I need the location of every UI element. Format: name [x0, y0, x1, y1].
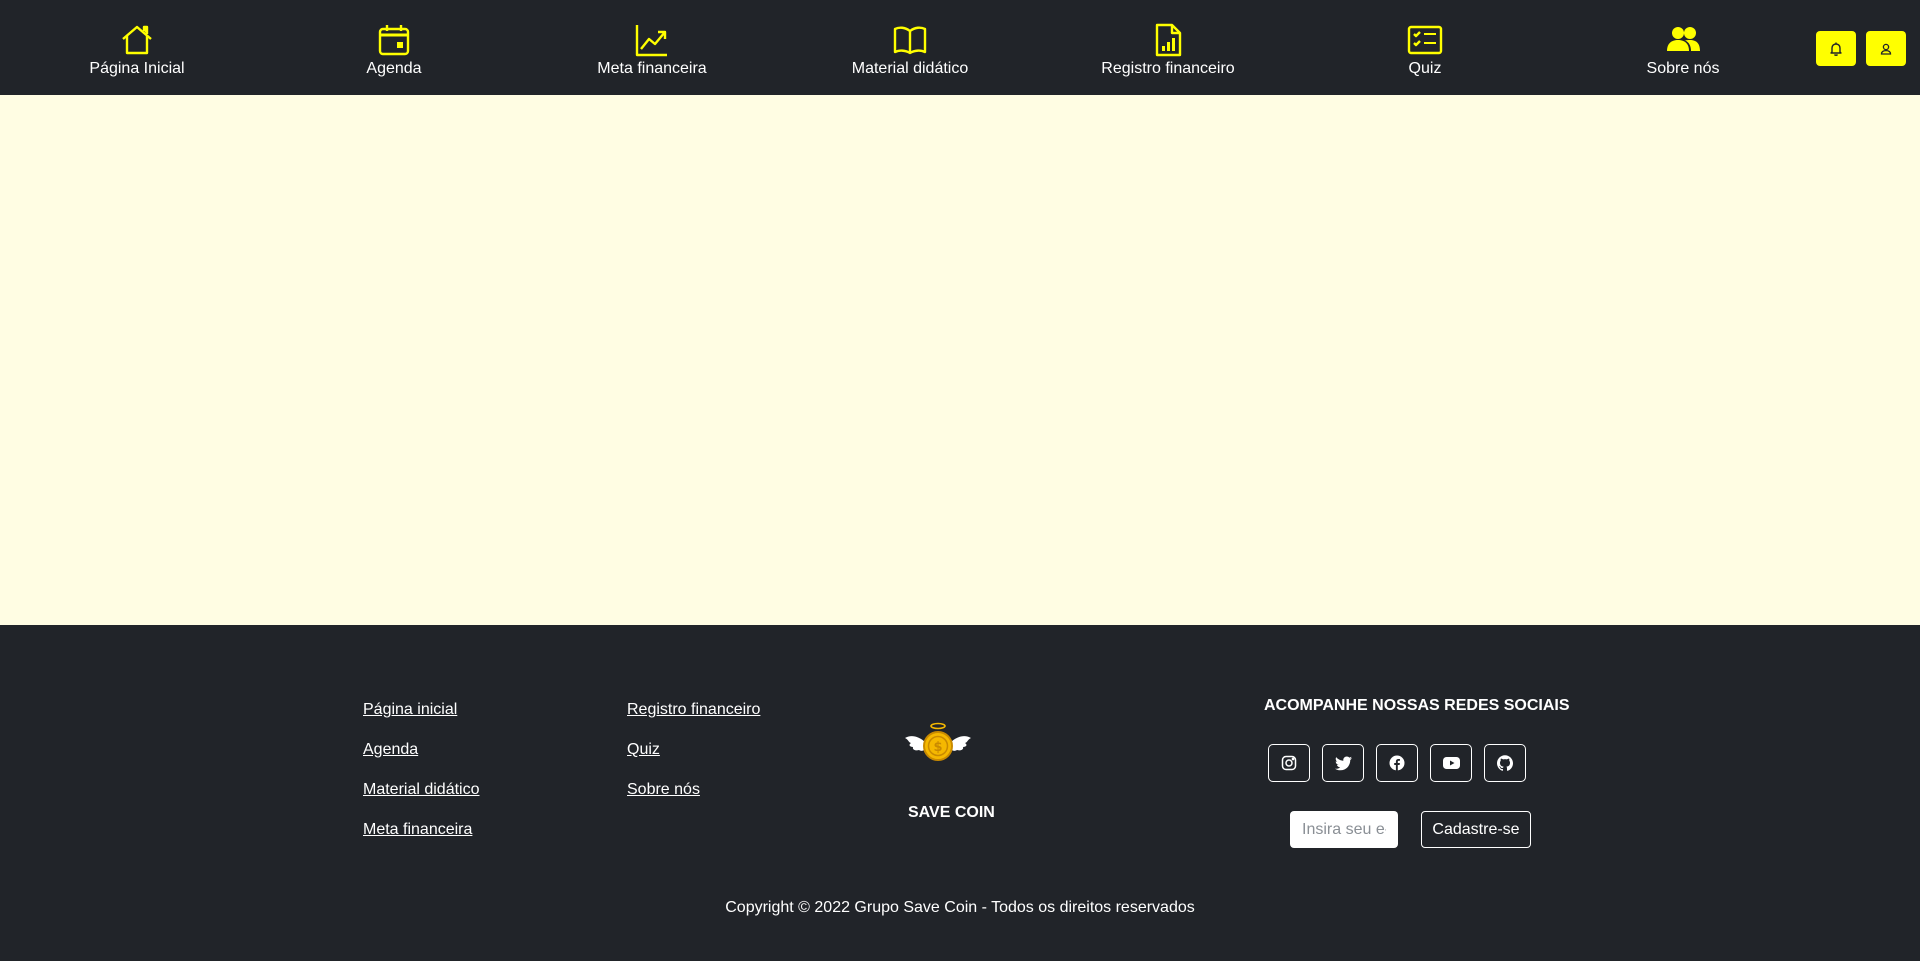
github-button[interactable] — [1484, 744, 1526, 782]
nav-item-quiz[interactable]: Quiz — [1325, 0, 1525, 95]
user-icon — [1880, 43, 1892, 55]
facebook-button[interactable] — [1376, 744, 1418, 782]
youtube-icon — [1442, 757, 1460, 769]
footer-link-registro-financeiro[interactable]: Registro financeiro — [627, 701, 760, 719]
nav-label: Agenda — [366, 60, 422, 77]
nav-label: Página Inicial — [89, 60, 185, 77]
nav-label: Material didático — [851, 60, 969, 77]
instagram-button[interactable] — [1268, 744, 1310, 782]
footer-link-pagina-inicial[interactable]: Página inicial — [363, 701, 457, 719]
footer-link-sobre-nos[interactable]: Sobre nós — [627, 781, 700, 799]
main-content-area — [0, 95, 1920, 625]
twitter-button[interactable] — [1322, 744, 1364, 782]
footer: Página inicial Agenda Material didático … — [0, 625, 1920, 961]
footer-link-agenda[interactable]: Agenda — [363, 741, 418, 759]
github-icon — [1497, 755, 1513, 771]
file-chart-icon — [1155, 23, 1182, 57]
nav-item-material-didatico[interactable]: Material didático — [810, 0, 1010, 95]
signup-button[interactable]: Cadastre-se — [1421, 811, 1531, 848]
footer-link-quiz[interactable]: Quiz — [627, 741, 660, 759]
book-icon — [893, 26, 927, 55]
people-icon — [1667, 27, 1700, 51]
nav-item-sobre-nos[interactable]: Sobre nós — [1583, 0, 1783, 95]
twitter-icon — [1334, 755, 1352, 770]
checklist-icon — [1407, 25, 1443, 55]
youtube-button[interactable] — [1430, 744, 1472, 782]
instagram-icon — [1281, 755, 1297, 771]
calendar-icon — [378, 25, 410, 56]
nav-item-registro-financeiro[interactable]: Registro financeiro — [1068, 0, 1268, 95]
notifications-button[interactable] — [1816, 31, 1856, 66]
trending-up-icon — [635, 25, 667, 57]
copyright-text: Copyright © 2022 Grupo Save Coin - Todos… — [725, 899, 1195, 916]
nav-label: Quiz — [1408, 60, 1442, 77]
nav-item-meta-financeira[interactable]: Meta financeira — [552, 0, 752, 95]
brand-name: SAVE COIN — [908, 804, 995, 821]
newsletter-email-input[interactable] — [1290, 811, 1398, 848]
social-section-title: ACOMPANHE NOSSAS REDES SOCIAIS — [1264, 697, 1570, 714]
nav-label: Sobre nós — [1646, 60, 1720, 77]
user-profile-button[interactable] — [1866, 31, 1906, 66]
nav-label: Meta financeira — [597, 60, 707, 77]
winged-coin-logo: $ — [905, 722, 971, 761]
footer-link-meta-financeira[interactable]: Meta financeira — [363, 821, 472, 839]
facebook-icon — [1389, 755, 1405, 771]
home-icon — [122, 25, 152, 55]
nav-item-pagina-inicial[interactable]: Página Inicial — [37, 0, 237, 95]
nav-item-agenda[interactable]: Agenda — [294, 0, 494, 95]
bell-icon — [1830, 42, 1842, 56]
nav-label: Registro financeiro — [1101, 60, 1235, 77]
svg-text:$: $ — [933, 740, 942, 755]
footer-link-material-didatico[interactable]: Material didático — [363, 781, 480, 799]
top-navbar: Página Inicial Agenda Meta financeira Ma… — [0, 0, 1920, 95]
